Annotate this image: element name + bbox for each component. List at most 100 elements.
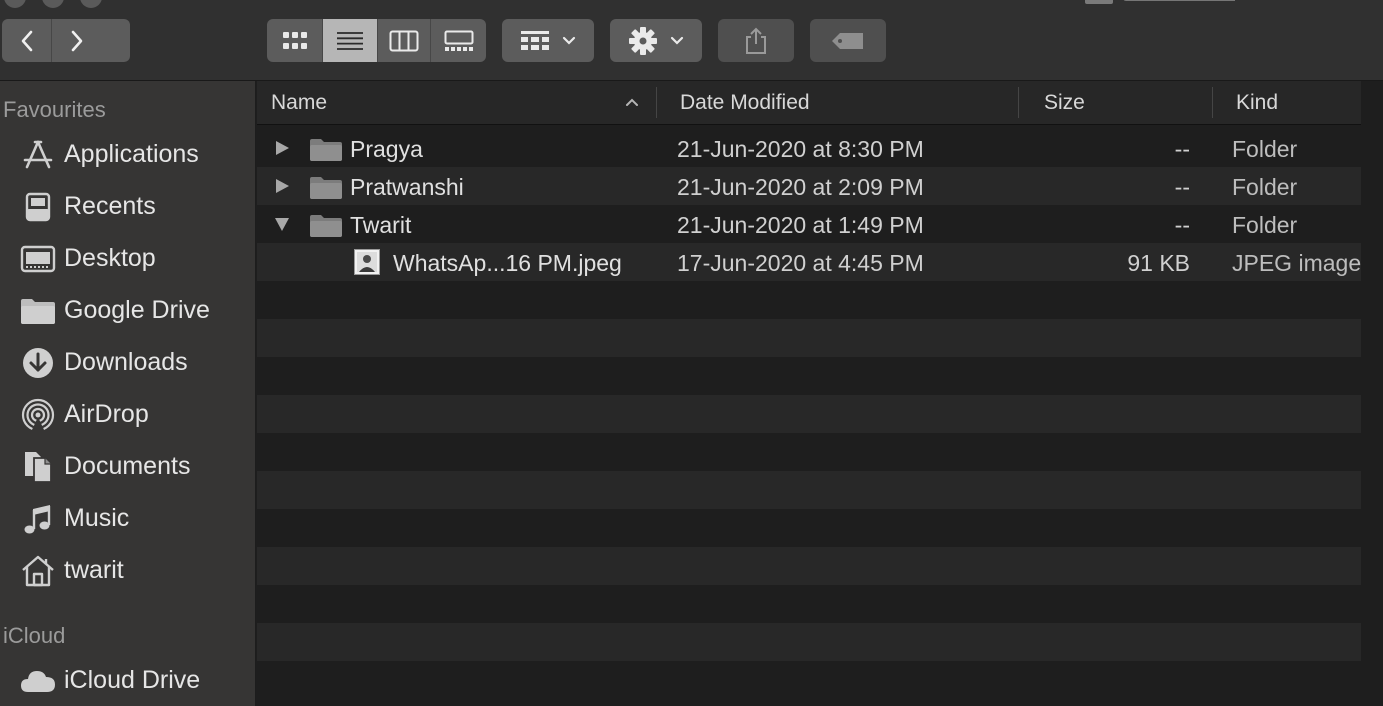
sidebar-item-label: Downloads bbox=[64, 348, 188, 376]
empty-row bbox=[257, 623, 1361, 661]
sidebar-item-music[interactable]: Music bbox=[0, 496, 255, 540]
empty-row bbox=[257, 395, 1361, 433]
sidebar-item-recents[interactable]: Recents bbox=[0, 184, 255, 228]
file-size: 91 KB bbox=[1127, 250, 1190, 276]
file-name: Pragya bbox=[350, 136, 423, 162]
icloud-heading: iCloud bbox=[3, 623, 66, 648]
disclosure-triangle-right-icon[interactable] bbox=[274, 178, 290, 194]
file-name: Twarit bbox=[350, 212, 412, 238]
gear-icon bbox=[629, 26, 657, 55]
file-size: -- bbox=[1174, 136, 1190, 162]
table-row[interactable]: WhatsAp...16 PM.jpeg 17-Jun-2020 at 4:45… bbox=[257, 243, 1361, 281]
documents-icon bbox=[20, 450, 56, 484]
file-date: 21-Jun-2020 at 2:09 PM bbox=[677, 174, 924, 200]
file-date: 17-Jun-2020 at 4:45 PM bbox=[677, 250, 924, 276]
sidebar: Favourites Applications Recents Desktop … bbox=[0, 81, 256, 706]
file-kind: Folder bbox=[1232, 136, 1298, 162]
sidebar-item-icloud-drive[interactable]: iCloud Drive bbox=[0, 658, 255, 702]
sidebar-item-label: Music bbox=[64, 504, 130, 532]
folder-icon bbox=[310, 139, 342, 161]
list-view-icon bbox=[337, 31, 363, 50]
file-name: WhatsAp...16 PM.jpeg bbox=[393, 250, 622, 276]
icon-view-icon bbox=[282, 31, 307, 49]
back-forward-control bbox=[2, 19, 130, 62]
window-title bbox=[1085, 0, 1235, 4]
sidebar-item-label: Documents bbox=[64, 452, 191, 480]
sidebar-item-label: AirDrop bbox=[64, 400, 149, 428]
empty-row bbox=[257, 547, 1361, 585]
file-list: Name Date Modified Size Kind Pragya 21-J… bbox=[257, 81, 1383, 706]
file-date: 21-Jun-2020 at 1:49 PM bbox=[677, 212, 924, 238]
chevron-down-icon bbox=[670, 36, 684, 45]
toolbar bbox=[0, 0, 1383, 81]
tags-button[interactable] bbox=[810, 19, 886, 62]
file-kind: Folder bbox=[1232, 212, 1298, 238]
column-header-date-modified[interactable]: Date Modified bbox=[657, 81, 1018, 124]
image-thumbnail-icon bbox=[354, 249, 380, 275]
forward-button[interactable] bbox=[52, 19, 102, 62]
file-size: -- bbox=[1174, 212, 1190, 238]
sidebar-item-label: Google Drive bbox=[64, 296, 210, 324]
column-header-kind[interactable]: Kind bbox=[1213, 81, 1361, 124]
empty-row bbox=[257, 319, 1361, 357]
close-window-button[interactable] bbox=[4, 0, 26, 8]
vertical-scrollbar-track[interactable] bbox=[1361, 81, 1383, 706]
airdrop-icon bbox=[20, 398, 56, 432]
gallery-view-icon bbox=[444, 30, 473, 51]
music-icon bbox=[20, 502, 56, 536]
sidebar-item-label: Applications bbox=[64, 140, 199, 168]
table-row[interactable]: Pragya 21-Jun-2020 at 8:30 PM -- Folder bbox=[257, 129, 1361, 167]
disclosure-triangle-down-icon[interactable] bbox=[274, 216, 290, 232]
file-date: 21-Jun-2020 at 8:30 PM bbox=[677, 136, 924, 162]
view-mode-control bbox=[267, 19, 486, 62]
folder-icon bbox=[1085, 0, 1113, 4]
action-menu-button[interactable] bbox=[610, 19, 702, 62]
home-icon bbox=[20, 554, 56, 588]
sidebar-item-google-drive[interactable]: Google Drive bbox=[0, 288, 255, 332]
share-button[interactable] bbox=[718, 19, 794, 62]
group-by-button[interactable] bbox=[502, 19, 594, 62]
file-kind: Folder bbox=[1232, 174, 1298, 200]
cloud-icon bbox=[20, 664, 56, 698]
chevron-right-icon bbox=[71, 30, 83, 51]
column-header-size[interactable]: Size bbox=[1019, 81, 1212, 124]
share-icon bbox=[746, 27, 766, 54]
sidebar-item-downloads[interactable]: Downloads bbox=[0, 340, 255, 384]
column-view-icon bbox=[389, 30, 419, 51]
folder-icon bbox=[310, 215, 342, 237]
chevron-left-icon bbox=[21, 30, 32, 51]
column-header-name[interactable]: Name bbox=[257, 81, 655, 124]
list-header: Name Date Modified Size Kind bbox=[257, 81, 1361, 125]
sidebar-item-documents[interactable]: Documents bbox=[0, 444, 255, 488]
column-view-button[interactable] bbox=[378, 19, 431, 62]
sidebar-item-label: iCloud Drive bbox=[64, 666, 201, 694]
desktop-icon bbox=[20, 242, 56, 276]
file-size: -- bbox=[1174, 174, 1190, 200]
table-row[interactable]: Twarit 21-Jun-2020 at 1:49 PM -- Folder bbox=[257, 205, 1361, 243]
minimize-window-button[interactable] bbox=[42, 0, 64, 8]
sidebar-item-airdrop[interactable]: AirDrop bbox=[0, 392, 255, 436]
sidebar-item-desktop[interactable]: Desktop bbox=[0, 236, 255, 280]
sidebar-item-applications[interactable]: Applications bbox=[0, 132, 255, 176]
gallery-view-button[interactable] bbox=[431, 19, 486, 62]
sidebar-item-label: Recents bbox=[64, 192, 156, 220]
icon-view-button[interactable] bbox=[267, 19, 323, 62]
back-button[interactable] bbox=[2, 19, 52, 62]
recents-icon bbox=[20, 190, 56, 224]
empty-row bbox=[257, 471, 1361, 509]
table-row[interactable]: Pratwanshi 21-Jun-2020 at 2:09 PM -- Fol… bbox=[257, 167, 1361, 205]
chevron-down-icon bbox=[562, 36, 576, 45]
file-name: Pratwanshi bbox=[350, 174, 464, 200]
list-view-button[interactable] bbox=[323, 19, 378, 62]
folder-icon bbox=[310, 177, 342, 199]
sidebar-item-home[interactable]: twarit bbox=[0, 548, 255, 592]
applications-icon bbox=[20, 138, 56, 172]
favourites-heading: Favourites bbox=[3, 97, 106, 122]
disclosure-triangle-right-icon[interactable] bbox=[274, 140, 290, 156]
folder-icon bbox=[20, 294, 56, 328]
group-grid-icon bbox=[521, 30, 549, 50]
sidebar-item-label: Desktop bbox=[64, 244, 156, 272]
chevron-up-icon bbox=[626, 98, 638, 106]
file-kind: JPEG image bbox=[1232, 250, 1362, 276]
zoom-window-button[interactable] bbox=[80, 0, 102, 8]
